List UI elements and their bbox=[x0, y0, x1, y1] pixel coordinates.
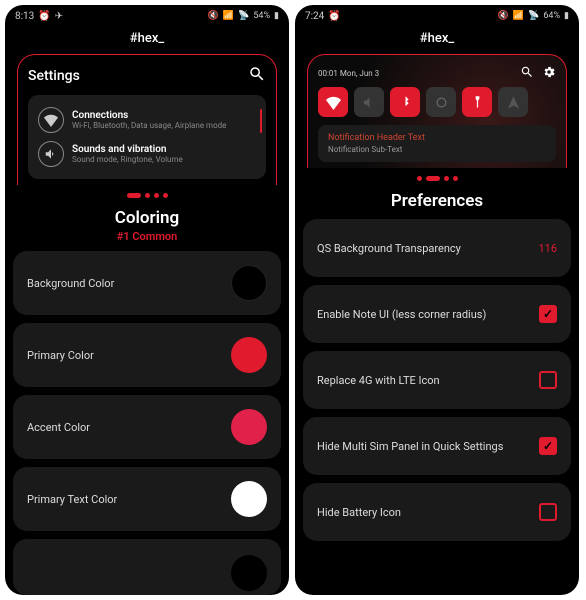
tile-sound[interactable] bbox=[354, 87, 384, 117]
settings-card: Connections Wi-Fi, Bluetooth, Data usage… bbox=[28, 95, 266, 179]
tile-flashlight[interactable] bbox=[462, 87, 492, 117]
checkbox[interactable] bbox=[539, 371, 557, 389]
battery-text: 64% bbox=[543, 11, 560, 21]
status-time: 7:24 bbox=[305, 11, 324, 22]
lte-icon: 📶 bbox=[223, 11, 234, 21]
color-swatch bbox=[231, 409, 267, 445]
scroll-indicator bbox=[260, 109, 262, 133]
pref-row-qs-transparency[interactable]: QS Background Transparency 116 bbox=[303, 219, 571, 277]
coloring-list: Background Color Primary Color Accent Co… bbox=[5, 251, 289, 595]
checkbox[interactable] bbox=[539, 437, 557, 455]
notification-card[interactable]: Notification Header Text Notification Su… bbox=[318, 125, 556, 162]
alarm-icon: ⏰ bbox=[328, 11, 340, 22]
battery-icon: ▮ bbox=[274, 11, 279, 21]
wifi-icon: 📡 bbox=[238, 11, 249, 21]
tile-location[interactable] bbox=[498, 87, 528, 117]
checkbox[interactable] bbox=[539, 503, 557, 521]
app-title: #hex_ bbox=[295, 27, 579, 50]
pref-row-lte-icon[interactable]: Replace 4G with LTE Icon bbox=[303, 351, 571, 409]
color-swatch bbox=[231, 555, 267, 591]
notif-title: Notification Header Text bbox=[328, 133, 546, 143]
row-title: Connections bbox=[72, 110, 256, 121]
battery-text: 54% bbox=[253, 11, 270, 21]
alarm-icon: ⏰ bbox=[38, 11, 50, 22]
send-icon: ✈ bbox=[55, 11, 63, 22]
battery-icon: ▮ bbox=[564, 11, 569, 21]
tile-wifi[interactable] bbox=[318, 87, 348, 117]
pref-row-multisim[interactable]: Hide Multi Sim Panel in Quick Settings bbox=[303, 417, 571, 475]
preview-settings-title: Settings bbox=[28, 68, 80, 84]
settings-row-connections[interactable]: Connections Wi-Fi, Bluetooth, Data usage… bbox=[38, 103, 256, 137]
wifi-icon: 📡 bbox=[528, 11, 539, 21]
settings-row-sounds[interactable]: Sounds and vibration Sound mode, Rington… bbox=[38, 137, 256, 171]
tile-rotate[interactable] bbox=[426, 87, 456, 117]
pref-row-note-ui[interactable]: Enable Note UI (less corner radius) bbox=[303, 285, 571, 343]
section-title: Preferences bbox=[295, 185, 579, 213]
color-row-partial[interactable] bbox=[13, 539, 281, 595]
row-sub: Sound mode, Ringtone, Volume bbox=[72, 155, 256, 164]
qs-datetime: 00:01 Mon, Jun 3 bbox=[318, 69, 379, 78]
preview-frame: 00:01 Mon, Jun 3 Notification Header Tex… bbox=[307, 54, 567, 168]
tile-bluetooth[interactable] bbox=[390, 87, 420, 117]
color-row-primary-text[interactable]: Primary Text Color bbox=[13, 467, 281, 531]
mute-icon: 🔇 bbox=[208, 11, 219, 21]
sound-icon bbox=[38, 141, 64, 167]
color-swatch bbox=[231, 337, 267, 373]
notif-sub: Notification Sub-Text bbox=[328, 145, 546, 154]
color-swatch bbox=[231, 265, 267, 301]
qs-tiles bbox=[318, 87, 556, 117]
preview-frame: Settings Connections Wi-Fi, Bluetooth, D… bbox=[17, 54, 277, 185]
status-bar: 7:24 ⏰ 🔇 📶 📡 64% ▮ bbox=[295, 5, 579, 27]
color-swatch bbox=[231, 481, 267, 517]
gear-icon[interactable] bbox=[542, 65, 556, 81]
search-icon[interactable] bbox=[248, 65, 266, 87]
phone-right: 7:24 ⏰ 🔇 📶 📡 64% ▮ #hex_ 00:01 Mon, Jun … bbox=[295, 5, 579, 595]
lte-icon: 📶 bbox=[513, 11, 524, 21]
row-sub: Wi-Fi, Bluetooth, Data usage, Airplane m… bbox=[72, 121, 256, 130]
pref-value: 116 bbox=[538, 242, 557, 255]
color-row-background[interactable]: Background Color bbox=[13, 251, 281, 315]
page-dots[interactable] bbox=[295, 168, 579, 185]
section-title: Coloring bbox=[5, 202, 289, 230]
color-row-primary[interactable]: Primary Color bbox=[13, 323, 281, 387]
status-bar: 8:13 ⏰ ✈ 🔇 📶 📡 54% ▮ bbox=[5, 5, 289, 27]
section-sub: #1 Common bbox=[5, 230, 289, 251]
row-title: Sounds and vibration bbox=[72, 144, 256, 155]
wifi-icon bbox=[38, 107, 64, 133]
mute-icon: 🔇 bbox=[498, 11, 509, 21]
prefs-list: QS Background Transparency 116 Enable No… bbox=[295, 213, 579, 595]
app-title: #hex_ bbox=[5, 27, 289, 50]
search-icon[interactable] bbox=[520, 65, 534, 81]
color-row-accent[interactable]: Accent Color bbox=[13, 395, 281, 459]
checkbox[interactable] bbox=[539, 305, 557, 323]
page-dots[interactable] bbox=[5, 185, 289, 202]
phone-left: 8:13 ⏰ ✈ 🔇 📶 📡 54% ▮ #hex_ Settings bbox=[5, 5, 289, 595]
status-time: 8:13 bbox=[15, 11, 34, 22]
pref-row-battery-icon[interactable]: Hide Battery Icon bbox=[303, 483, 571, 541]
